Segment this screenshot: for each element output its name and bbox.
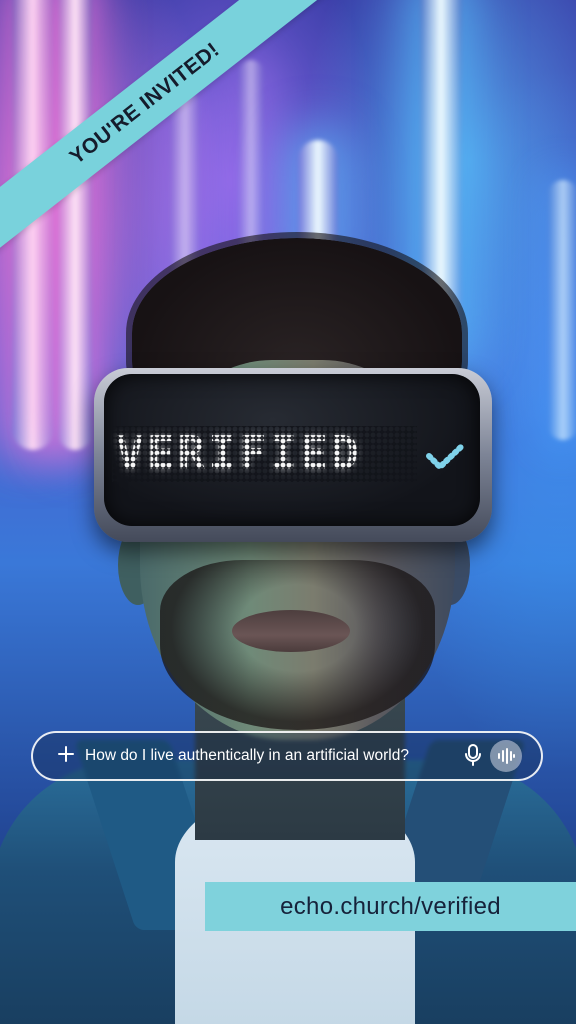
neon-tube xyxy=(548,180,576,440)
search-query[interactable]: How do I live authentically in an artifi… xyxy=(85,746,455,766)
voice-mode-button[interactable] xyxy=(490,740,522,772)
url-banner[interactable]: echo.church/verified xyxy=(205,882,576,931)
url-link[interactable]: echo.church/verified xyxy=(280,893,501,921)
plus-icon[interactable] xyxy=(57,745,75,763)
lips xyxy=(232,610,350,652)
headset-display-text: VERIFIED xyxy=(116,426,362,480)
microphone-icon[interactable] xyxy=(463,743,483,767)
neon-tube xyxy=(58,0,92,450)
check-icon xyxy=(426,442,466,470)
voice-wave-icon xyxy=(498,748,515,764)
